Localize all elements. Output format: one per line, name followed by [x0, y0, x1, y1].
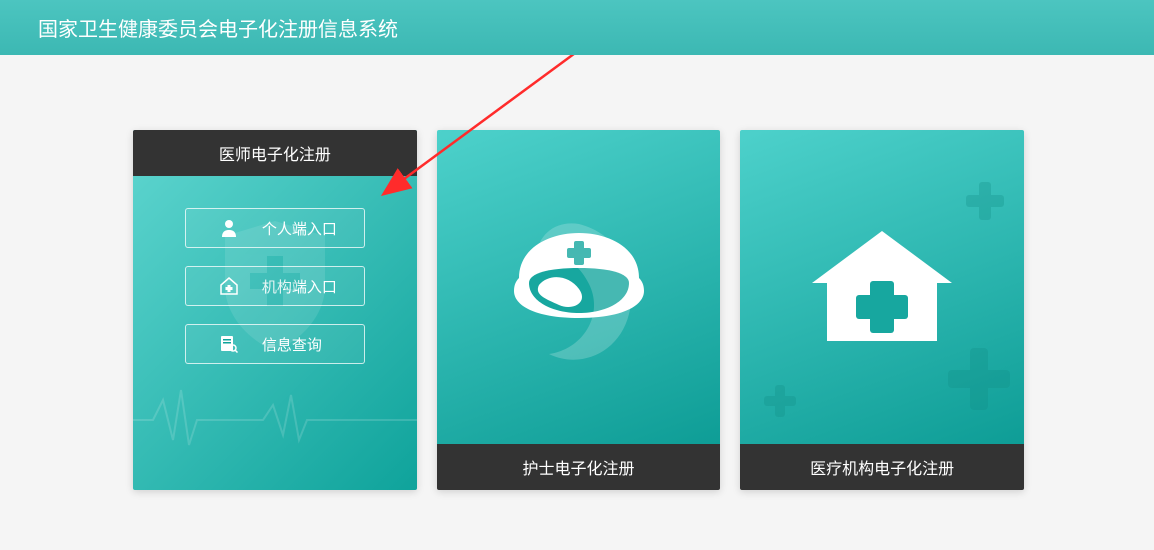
- app-title: 国家卫生健康委员会电子化注册信息系统: [38, 13, 398, 42]
- card-institution-body: [740, 130, 1024, 444]
- card-doctor-body: 个人端入口 机构端入口 信息查询: [133, 176, 417, 490]
- cross-deco-icon-3: [762, 383, 798, 419]
- card-nurse-body: [437, 130, 721, 444]
- shield-bg-icon: [215, 216, 335, 356]
- card-nurse[interactable]: 护士电子化注册: [437, 130, 721, 490]
- card-institution-title: 医疗机构电子化注册: [740, 444, 1024, 490]
- card-nurse-title: 护士电子化注册: [437, 444, 721, 490]
- medical-house-icon: [807, 223, 957, 353]
- ecg-line-icon: [133, 380, 417, 460]
- card-doctor-title: 医师电子化注册: [133, 130, 417, 176]
- main-content: 医师电子化注册 个人端入口 机构端入口: [0, 55, 1154, 490]
- cross-deco-icon-1: [964, 180, 1006, 222]
- app-header: 国家卫生健康委员会电子化注册信息系统: [0, 0, 1154, 55]
- swirl-bg-icon: [489, 204, 669, 384]
- card-doctor: 医师电子化注册 个人端入口 机构端入口: [133, 130, 417, 490]
- cross-deco-icon-2: [944, 344, 1014, 414]
- card-institution[interactable]: 医疗机构电子化注册: [740, 130, 1024, 490]
